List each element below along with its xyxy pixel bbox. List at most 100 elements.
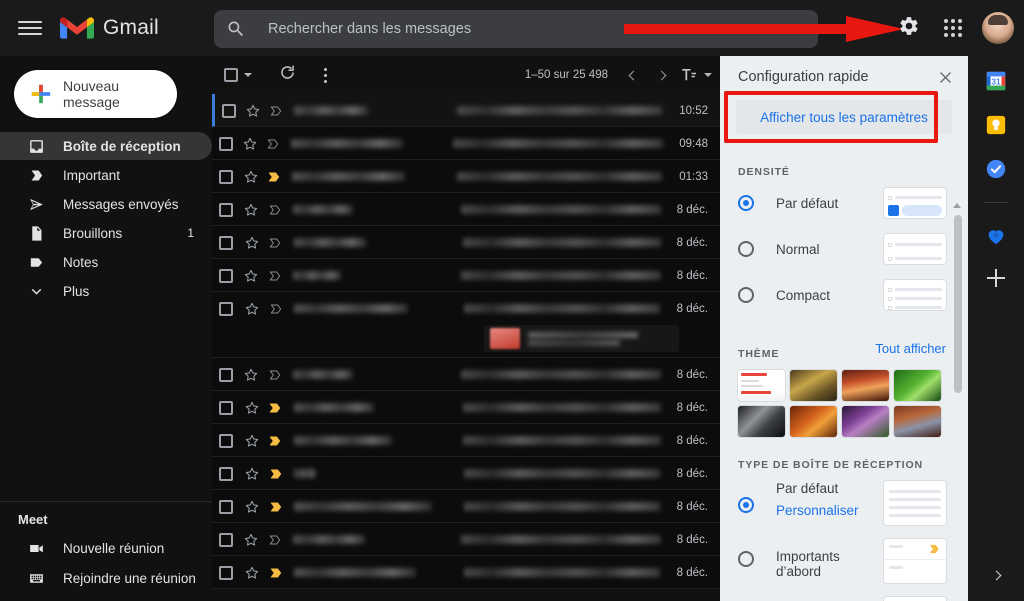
table-row[interactable]: 01:33 [212, 160, 720, 193]
row-star-button[interactable] [239, 127, 261, 160]
row-checkbox[interactable] [212, 490, 241, 523]
row-important-button[interactable] [262, 160, 286, 193]
table-row[interactable]: 8 déc. [212, 523, 720, 556]
row-important-button[interactable] [263, 490, 288, 523]
close-panel-button[interactable] [932, 64, 958, 90]
google-calendar-icon[interactable]: 31 [985, 70, 1007, 92]
input-tools-button[interactable] [680, 66, 712, 84]
theme-metal-spheres[interactable] [738, 406, 785, 437]
sidebar-item-drafts[interactable]: Brouillons 1 [0, 219, 212, 247]
table-row[interactable]: 10:52 [212, 94, 720, 127]
row-star-button[interactable] [240, 358, 263, 391]
meet-join-meeting[interactable]: Rejoindre une réunion [0, 563, 212, 593]
row-checkbox[interactable] [212, 193, 240, 226]
row-checkbox[interactable] [212, 523, 240, 556]
row-star-button[interactable] [240, 424, 263, 457]
row-star-button[interactable] [240, 259, 263, 292]
radio-icon[interactable] [738, 287, 754, 303]
table-row[interactable]: 8 déc. [212, 457, 720, 490]
table-row[interactable]: 8 déc. [212, 490, 720, 523]
theme-sunset-dunes[interactable] [842, 370, 889, 401]
inbox-type-option-default[interactable]: Par défaut Personnaliser [738, 481, 946, 525]
row-important-button[interactable] [263, 556, 288, 589]
radio-icon[interactable] [738, 497, 754, 513]
table-row[interactable]: 8 déc. [212, 358, 720, 391]
row-important-button[interactable] [261, 127, 285, 160]
table-row[interactable]: 8 déc. [212, 391, 720, 424]
row-important-button[interactable] [263, 424, 288, 457]
google-tasks-icon[interactable] [985, 158, 1007, 180]
google-apps-button[interactable] [934, 9, 972, 47]
row-important-button[interactable] [263, 226, 288, 259]
table-row[interactable]: 8 déc. [212, 226, 720, 259]
row-checkbox[interactable] [212, 391, 240, 424]
inbox-type-option-important-first[interactable]: Importants d’abord [738, 539, 946, 583]
row-checkbox[interactable] [215, 94, 242, 127]
row-important-button[interactable] [263, 391, 288, 424]
row-checkbox[interactable] [212, 292, 241, 325]
density-option-compact[interactable]: Compact [738, 280, 946, 310]
theme-default-light[interactable] [738, 370, 785, 401]
row-attachment-card[interactable] [484, 325, 679, 352]
gmail-logo[interactable]: Gmail [60, 15, 159, 41]
row-important-button[interactable] [263, 457, 288, 490]
density-option-default[interactable]: Par défaut [738, 188, 946, 218]
row-star-button[interactable] [240, 391, 263, 424]
sidebar-item-more[interactable]: Plus [0, 277, 212, 305]
see-all-settings-button[interactable]: Afficher tous les paramètres [736, 100, 952, 134]
radio-icon[interactable] [738, 551, 754, 567]
row-checkbox[interactable] [212, 160, 240, 193]
row-checkbox[interactable] [212, 457, 241, 490]
theme-city-lights[interactable] [790, 370, 837, 401]
next-page-button[interactable] [648, 62, 674, 88]
radio-icon[interactable] [738, 241, 754, 257]
row-star-button[interactable] [241, 556, 264, 589]
row-important-button[interactable] [263, 193, 287, 226]
row-star-button[interactable] [240, 193, 263, 226]
customize-link[interactable]: Personnaliser [776, 503, 884, 518]
row-checkbox[interactable] [212, 226, 240, 259]
google-keep-icon[interactable] [985, 114, 1007, 136]
sidebar-item-inbox[interactable]: Boîte de réception [0, 132, 212, 160]
avatar[interactable] [982, 12, 1014, 44]
more-options-button[interactable] [314, 62, 336, 88]
row-checkbox[interactable] [212, 556, 241, 589]
row-checkbox[interactable] [212, 127, 239, 160]
scroll-up-arrow-icon[interactable] [953, 203, 961, 208]
expand-rail-button[interactable] [984, 563, 1008, 587]
row-important-button[interactable] [263, 358, 287, 391]
row-star-button[interactable] [241, 457, 264, 490]
row-star-button[interactable] [242, 94, 264, 127]
table-row[interactable]: 09:48 [212, 127, 720, 160]
table-row[interactable]: 8 déc. [212, 556, 720, 589]
theme-green-leaf[interactable] [894, 370, 941, 401]
row-star-button[interactable] [240, 523, 263, 556]
table-row[interactable]: 8 déc. [212, 259, 720, 292]
settings-gear-button[interactable] [890, 9, 928, 47]
scrollbar-thumb[interactable] [954, 215, 962, 393]
refresh-button[interactable] [274, 62, 300, 88]
search-input[interactable] [266, 20, 818, 38]
row-star-button[interactable] [241, 292, 264, 325]
radio-icon[interactable] [738, 195, 754, 211]
row-checkbox[interactable] [212, 259, 240, 292]
table-row[interactable]: 8 déc. [212, 193, 720, 226]
meet-new-meeting[interactable]: Nouvelle réunion [0, 533, 212, 563]
row-checkbox[interactable] [212, 358, 240, 391]
table-row[interactable]: 8 déc. [212, 292, 720, 358]
select-all-control[interactable] [224, 68, 252, 82]
theme-purple-flowers[interactable] [842, 406, 889, 437]
row-star-button[interactable] [241, 490, 264, 523]
row-important-button[interactable] [263, 259, 287, 292]
google-contacts-icon[interactable] [985, 225, 1007, 247]
sidebar-item-sent[interactable]: Messages envoyés [0, 190, 212, 218]
inbox-type-option-unread-first[interactable]: Non lus d’abord [738, 597, 946, 601]
compose-button[interactable]: Nouveau message [14, 70, 177, 118]
previous-page-button[interactable] [620, 62, 646, 88]
sidebar-item-important[interactable]: Important [0, 161, 212, 189]
row-checkbox[interactable] [212, 424, 240, 457]
table-row[interactable]: 8 déc. [212, 424, 720, 457]
search-bar[interactable] [214, 10, 818, 48]
row-important-button[interactable] [264, 94, 288, 127]
theme-canyon[interactable] [894, 406, 941, 437]
